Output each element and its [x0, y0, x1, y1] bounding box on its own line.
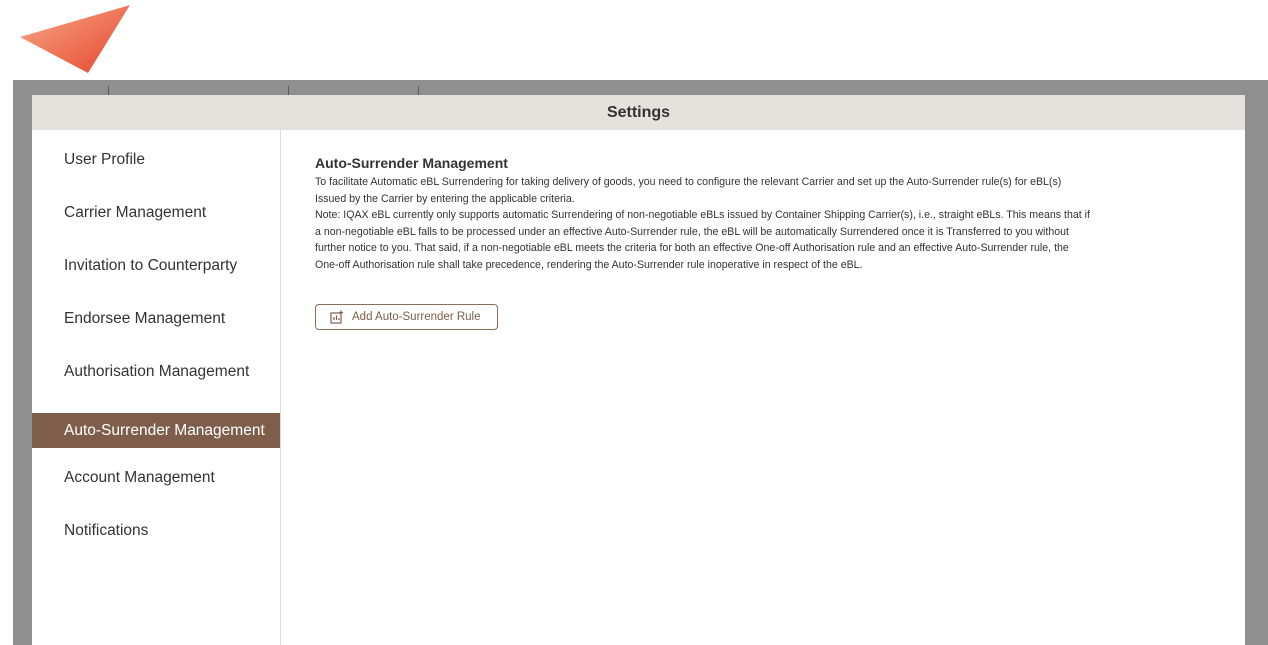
background-column-divider — [108, 86, 109, 95]
sidebar-item-notifications[interactable]: Notifications — [32, 513, 280, 548]
background-column-divider — [288, 86, 289, 95]
description-line: further notice to you. That said, if a n… — [315, 242, 1069, 254]
modal-title: Settings — [606, 103, 671, 121]
modal-header: Settings — [32, 95, 1245, 130]
background-column-divider — [418, 86, 419, 95]
sidebar-item-label: Carrier Management — [64, 203, 207, 221]
sidebar-item-invitation-to-counterparty[interactable]: Invitation to Counterparty — [32, 248, 280, 283]
settings-content: Auto-Surrender Management To facilitate … — [315, 155, 1215, 273]
section-title: Auto-Surrender Management — [315, 155, 508, 171]
sidebar-item-label: Authorisation Management — [64, 362, 250, 380]
sidebar-item-label: Account Management — [64, 468, 215, 486]
description-line: a non-negotiable eBL falls to be process… — [315, 225, 1069, 238]
description-line: To facilitate Automatic eBL Surrendering… — [315, 176, 1062, 188]
sidebar-item-carrier-management[interactable]: Carrier Management — [32, 195, 280, 230]
sidebar-item-label: Endorsee Management — [64, 309, 226, 327]
sidebar-item-label: Notifications — [64, 521, 149, 539]
sidebar-item-endorsee-management[interactable]: Endorsee Management — [32, 301, 280, 336]
description-line: Note: IQAX eBL currently only supports a… — [315, 209, 1090, 221]
logo-icon — [20, 5, 130, 73]
add-auto-surrender-rule-button[interactable]: Add Auto-Surrender Rule — [315, 304, 498, 330]
description-line: One-off Authorisation rule shall take pr… — [315, 258, 863, 271]
settings-modal: Settings User Profile Carrier Management… — [32, 95, 1245, 645]
sidebar-item-authorisation-management[interactable]: Authorisation Management — [32, 354, 280, 389]
sidebar-item-auto-surrender-management[interactable]: Auto-Surrender Management — [32, 413, 280, 448]
section-description: To facilitate Automatic eBL Surrendering… — [315, 174, 1215, 273]
sidebar-item-account-management[interactable]: Account Management — [32, 460, 280, 495]
settings-sidebar: User Profile Carrier Management Invitati… — [32, 130, 281, 645]
add-button-label: Add Auto-Surrender Rule — [352, 311, 481, 323]
sidebar-item-label: Auto-Surrender Management — [64, 421, 265, 439]
add-chart-icon — [330, 310, 343, 324]
description-line: Issued by the Carrier by entering the ap… — [315, 192, 575, 205]
sidebar-item-user-profile[interactable]: User Profile — [32, 142, 280, 177]
sidebar-item-label: User Profile — [64, 150, 145, 168]
sidebar-item-label: Invitation to Counterparty — [64, 256, 238, 274]
